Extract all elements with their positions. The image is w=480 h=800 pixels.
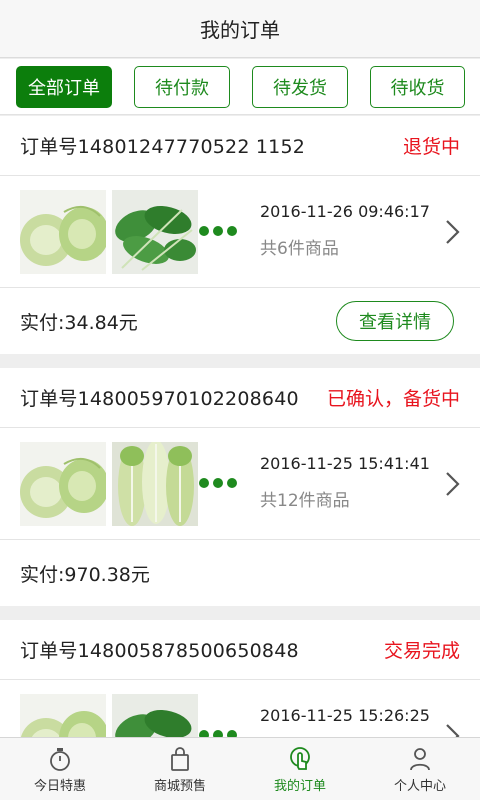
order-card: 订单号148005970102208640 已确认，备货中 2016-11-25… xyxy=(0,368,480,606)
order-filter-bar: 全部订单 待付款 待发货 待收货 xyxy=(0,59,480,115)
order-hand-icon xyxy=(290,746,310,770)
order-number: 订单号148005970102208640 xyxy=(20,388,299,410)
order-footer: 实付:34.84元 查看详情 xyxy=(0,288,480,354)
filter-pending-receipt[interactable]: 待收货 xyxy=(370,66,465,108)
order-summary-row[interactable]: 2016-11-25 15:26:25 xyxy=(0,680,480,737)
order-number: 订单号148005878500650848 xyxy=(20,640,299,662)
order-summary-row[interactable]: 2016-11-26 09:46:17 共6件商品 xyxy=(0,176,480,288)
more-items-dots xyxy=(199,730,237,737)
order-card: 订单号14801247770522 1152 退货中 2016-11-26 09… xyxy=(0,116,480,354)
napa-cabbage-image xyxy=(112,442,198,526)
order-number: 订单号14801247770522 1152 xyxy=(20,136,306,158)
order-header: 订单号148005970102208640 已确认，备货中 xyxy=(0,368,480,428)
order-date: 2016-11-26 09:46:17 xyxy=(260,202,430,221)
tab-label: 商城预售 xyxy=(153,778,206,794)
tab-daily-deals[interactable]: 今日特惠 xyxy=(0,738,120,800)
bottom-tab-bar: 今日特惠 商城预售 我的订单 个人中心 xyxy=(0,737,480,800)
item-count: 共12件商品 xyxy=(260,491,350,511)
more-items-dots xyxy=(199,226,237,236)
cabbage-image xyxy=(20,190,106,274)
item-count: 共6件商品 xyxy=(260,239,339,259)
paid-amount: 实付:970.38元 xyxy=(20,563,150,586)
cabbage-image xyxy=(20,442,106,526)
chevron-right-icon xyxy=(446,472,460,496)
greens-image xyxy=(112,694,198,737)
greens-image xyxy=(112,190,198,274)
tab-label: 个人中心 xyxy=(393,778,446,794)
filter-pending-shipment[interactable]: 待发货 xyxy=(252,66,348,108)
order-footer: 实付:970.38元 xyxy=(0,540,480,606)
chevron-right-icon xyxy=(446,724,460,737)
tab-mall-presale[interactable]: 商城预售 xyxy=(120,738,240,800)
order-header: 订单号148005878500650848 交易完成 xyxy=(0,620,480,680)
tab-profile[interactable]: 个人中心 xyxy=(360,738,480,800)
more-items-dots xyxy=(199,478,237,488)
paid-amount: 实付:34.84元 xyxy=(20,311,138,334)
top-bar: 我的订单 xyxy=(0,0,480,58)
chevron-right-icon xyxy=(446,220,460,244)
view-details-button[interactable]: 查看详情 xyxy=(336,301,454,341)
tab-my-orders[interactable]: 我的订单 xyxy=(240,738,360,800)
order-card: 订单号148005878500650848 交易完成 2016-11-25 15… xyxy=(0,620,480,737)
stopwatch-icon xyxy=(50,747,70,771)
user-icon xyxy=(410,747,430,770)
page-title: 我的订单 xyxy=(200,18,280,42)
order-status: 退货中 xyxy=(402,136,460,158)
cabbage-image xyxy=(20,694,106,737)
order-summary-row[interactable]: 2016-11-25 15:41:41 共12件商品 xyxy=(0,428,480,540)
tab-label: 我的订单 xyxy=(273,778,326,794)
order-date: 2016-11-25 15:41:41 xyxy=(260,454,430,473)
filter-pending-payment[interactable]: 待付款 xyxy=(134,66,230,108)
tab-label: 今日特惠 xyxy=(33,778,86,794)
order-header: 订单号14801247770522 1152 退货中 xyxy=(0,116,480,176)
order-date: 2016-11-25 15:26:25 xyxy=(260,706,430,725)
shopping-bag-icon xyxy=(171,746,189,771)
filter-all-orders[interactable]: 全部订单 xyxy=(16,66,112,108)
order-status: 交易完成 xyxy=(383,640,460,662)
order-status: 已确认，备货中 xyxy=(326,388,460,410)
order-list[interactable]: 订单号14801247770522 1152 退货中 2016-11-26 09… xyxy=(0,116,480,737)
